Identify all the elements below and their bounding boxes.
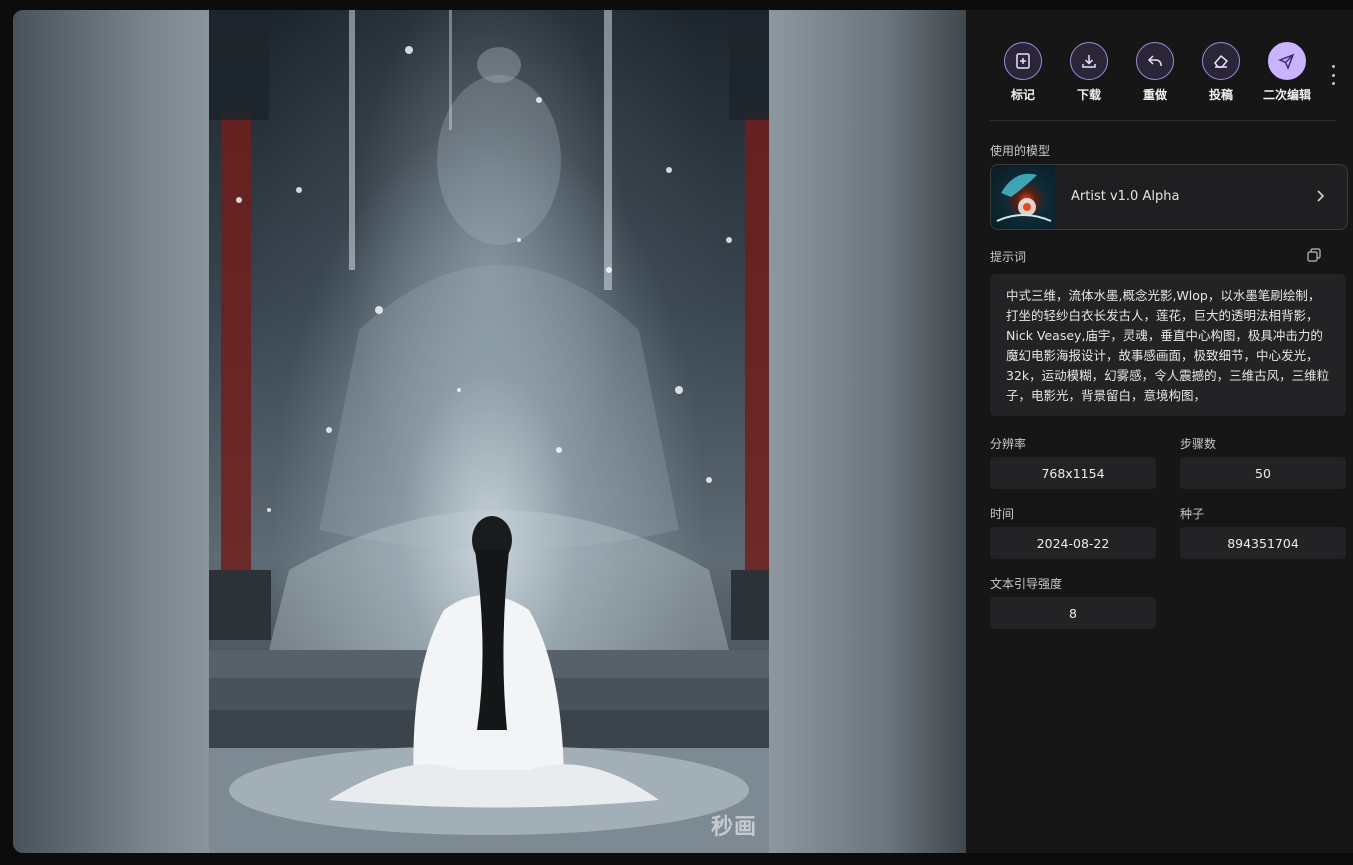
viewer-backdrop-right: [769, 10, 966, 853]
model-thumbnail: [991, 165, 1055, 229]
resolution-value: 768x1154: [990, 457, 1156, 489]
guidance-value: 8: [990, 597, 1156, 629]
artwork-illustration: [209, 10, 769, 853]
eraser-icon: [1214, 54, 1229, 68]
viewer-backdrop-left: [13, 10, 209, 853]
resolution-label: 分辨率: [990, 437, 1027, 451]
generated-image[interactable]: 秒画: [209, 10, 769, 853]
detail-panel: 标记 下载 重做 投稿 二次编辑 使用的模型 Artist v1.0 Alpha…: [966, 10, 1353, 853]
image-viewer: 秒画: [13, 10, 966, 853]
model-section-label: 使用的模型: [990, 144, 1051, 158]
download-label: 下载: [1076, 88, 1101, 102]
time-value: 2024-08-22: [990, 527, 1156, 559]
seed-label: 种子: [1180, 507, 1205, 521]
steps-label: 步骤数: [1180, 437, 1217, 451]
download-icon: [1082, 55, 1096, 68]
bookmark-plus-icon: [1016, 53, 1030, 69]
divider: [990, 120, 1336, 121]
send-icon: [1278, 53, 1295, 70]
model-card[interactable]: Artist v1.0 Alpha: [990, 164, 1348, 230]
guidance-label: 文本引导强度: [990, 577, 1063, 591]
watermark: 秒画: [710, 815, 757, 840]
redo-button[interactable]: 重做: [1122, 42, 1188, 103]
model-name: Artist v1.0 Alpha: [1071, 189, 1180, 204]
reply-icon: [1147, 55, 1162, 66]
download-button[interactable]: 下载: [1056, 42, 1122, 103]
reedit-button[interactable]: 二次编辑: [1254, 42, 1320, 103]
steps-value: 50: [1180, 457, 1346, 489]
more-options-icon[interactable]: [1326, 65, 1340, 85]
submit-button[interactable]: 投稿: [1188, 42, 1254, 103]
prompt-text: 中式三维，流体水墨,概念光影,Wlop，以水墨笔刷绘制，打坐的轻纱白衣长发古人，…: [990, 274, 1346, 416]
redo-label: 重做: [1142, 88, 1167, 102]
chevron-right-icon: [1317, 190, 1325, 202]
mark-label: 标记: [1010, 88, 1035, 102]
mark-button[interactable]: 标记: [990, 42, 1056, 103]
action-toolbar: 标记 下载 重做 投稿 二次编辑: [990, 42, 1311, 104]
seed-value: 894351704: [1180, 527, 1346, 559]
submit-label: 投稿: [1208, 88, 1233, 102]
time-label: 时间: [990, 507, 1015, 521]
copy-icon[interactable]: [1307, 248, 1321, 262]
image-detail-modal: 秒画 标记 下载 重做 投稿 二次编辑 使用的模型 Artist v1.0 Al…: [13, 10, 1353, 853]
reedit-label: 二次编辑: [1262, 88, 1311, 102]
prompt-section-label: 提示词: [990, 250, 1027, 264]
